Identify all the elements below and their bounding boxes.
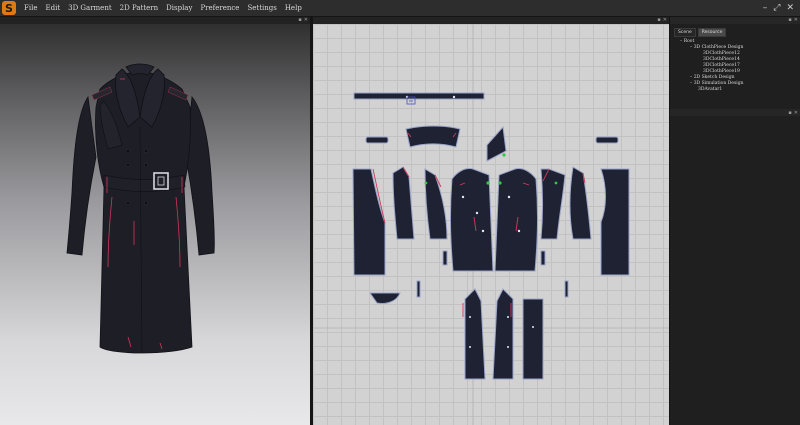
- menu-display[interactable]: Display: [162, 0, 196, 17]
- pattern-piece-belt: [353, 92, 485, 100]
- viewport-2d-pattern[interactable]: ▪ ✕: [313, 17, 669, 425]
- pattern-piece-strip-3: [564, 280, 569, 298]
- menu-settings[interactable]: Settings: [243, 0, 280, 17]
- maximize-button[interactable]: ⤢: [773, 0, 780, 17]
- svg-text:S: S: [5, 2, 13, 15]
- menu-edit[interactable]: Edit: [41, 0, 64, 17]
- tab-scene[interactable]: Scene: [674, 28, 696, 37]
- properties-panel-header: ▪ ✕: [670, 109, 800, 116]
- pattern-piece-strip-1: [416, 280, 421, 298]
- pattern-piece-sleeve-1: [392, 166, 415, 240]
- panel-float-icon[interactable]: ▪: [788, 17, 791, 24]
- close-button[interactable]: ✕: [786, 0, 794, 17]
- menu-help[interactable]: Help: [281, 0, 306, 17]
- pattern-piece-skirt-1: [464, 288, 486, 380]
- panel-float-icon[interactable]: ▪: [788, 110, 791, 116]
- viewport-3d[interactable]: ▪ ✕: [0, 17, 310, 425]
- minimize-button[interactable]: –: [763, 0, 768, 17]
- pattern-piece-back-right: [600, 168, 630, 276]
- pattern-piece-sleeve-2: [424, 168, 448, 240]
- pattern-piece-strip-2: [442, 250, 448, 266]
- resource-tree: – Root – 3D ClothPiece Design 3DClothPie…: [676, 39, 796, 93]
- coat-3d-model[interactable]: [0, 17, 310, 425]
- pattern-piece-strip-4: [540, 250, 546, 266]
- tree-node[interactable]: 3DAvatar1: [676, 87, 796, 93]
- pattern-piece-collar: [405, 125, 461, 148]
- application-window: S File Edit 3D Garment 2D Pattern Displa…: [0, 0, 800, 425]
- menu-2d-pattern[interactable]: 2D Pattern: [116, 0, 162, 17]
- menu-file[interactable]: File: [20, 0, 41, 17]
- pattern-canvas[interactable]: [313, 17, 669, 425]
- app-logo-icon: S: [0, 0, 17, 17]
- pattern-piece-sleeve-3: [540, 168, 566, 240]
- pattern-piece-sleeve-4: [569, 166, 592, 240]
- menu-3d-garment[interactable]: 3D Garment: [64, 0, 116, 17]
- menu-preference[interactable]: Preference: [196, 0, 243, 17]
- pattern-piece-pocket-1: [369, 292, 401, 304]
- pattern-piece-front-left: [449, 168, 494, 272]
- tab-resource[interactable]: Resource: [697, 28, 727, 37]
- pattern-piece-tab-left: [365, 136, 389, 144]
- pattern-piece-skirt-3: [522, 298, 544, 380]
- window-controls: – ⤢ ✕: [763, 0, 800, 17]
- pattern-piece-front-right: [494, 168, 539, 272]
- pattern-piece-back-left: [352, 168, 386, 276]
- panel-close-icon[interactable]: ✕: [794, 17, 798, 24]
- menu-bar: S File Edit 3D Garment 2D Pattern Displa…: [0, 0, 800, 17]
- side-panel: ▪ ✕ Scene Resource – Root – 3D ClothPiec…: [670, 17, 800, 425]
- side-panel-header: ▪ ✕: [670, 17, 800, 24]
- pattern-piece-tab-right: [595, 136, 619, 144]
- pattern-piece-skirt-2: [492, 288, 514, 380]
- side-panel-tabs: Scene Resource: [674, 28, 727, 37]
- panel-close-icon[interactable]: ✕: [794, 110, 798, 116]
